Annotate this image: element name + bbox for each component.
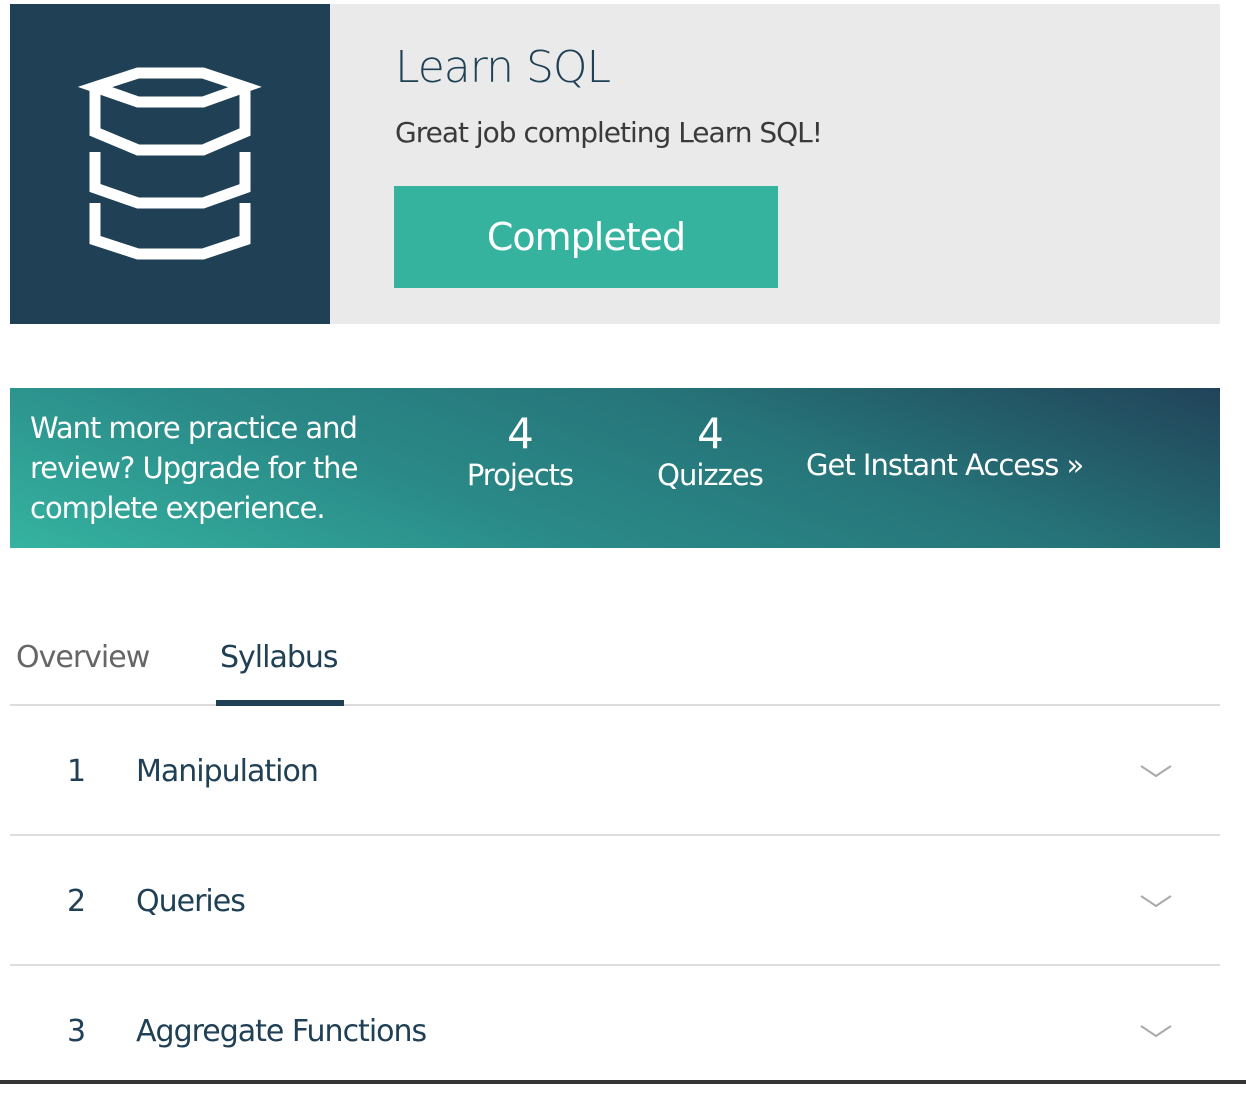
course-title: Learn SQL — [395, 42, 611, 93]
tab-syllabus[interactable]: Syllabus — [220, 640, 339, 675]
course-icon-box — [10, 4, 330, 324]
upgrade-text: Want more practice and review? Upgrade f… — [30, 411, 358, 525]
projects-count: 4 — [507, 409, 534, 458]
item-title: Manipulation — [136, 754, 319, 789]
syllabus-item[interactable]: 2 Queries — [10, 836, 1220, 966]
quizzes-label: Quizzes — [657, 458, 764, 492]
projects-stat: 4 Projects — [460, 409, 580, 493]
upgrade-banner: Want more practice and review? Upgrade f… — [10, 388, 1220, 548]
quizzes-count: 4 — [697, 409, 724, 458]
item-number: 2 — [67, 884, 87, 919]
bottom-edge — [0, 1080, 1246, 1084]
quizzes-stat: 4 Quizzes — [650, 409, 770, 493]
completed-button[interactable]: Completed — [394, 186, 778, 288]
item-number: 1 — [67, 754, 87, 789]
course-header: Learn SQL Great job completing Learn SQL… — [10, 4, 1220, 324]
chevron-down-icon[interactable] — [1140, 894, 1172, 908]
database-icon — [77, 67, 262, 260]
chevron-down-icon[interactable] — [1140, 764, 1172, 778]
item-number: 3 — [67, 1014, 87, 1049]
tab-overview[interactable]: Overview — [16, 640, 150, 675]
get-instant-access-link[interactable]: Get Instant Access » — [806, 448, 1084, 482]
chevron-down-icon[interactable] — [1140, 1024, 1172, 1038]
syllabus-item[interactable]: 1 Manipulation — [10, 706, 1220, 836]
projects-label: Projects — [466, 458, 574, 492]
course-subtitle: Great job completing Learn SQL! — [395, 116, 823, 149]
syllabus-item[interactable]: 3 Aggregate Functions — [10, 966, 1220, 1096]
item-title: Aggregate Functions — [136, 1014, 427, 1049]
item-title: Queries — [136, 884, 246, 919]
